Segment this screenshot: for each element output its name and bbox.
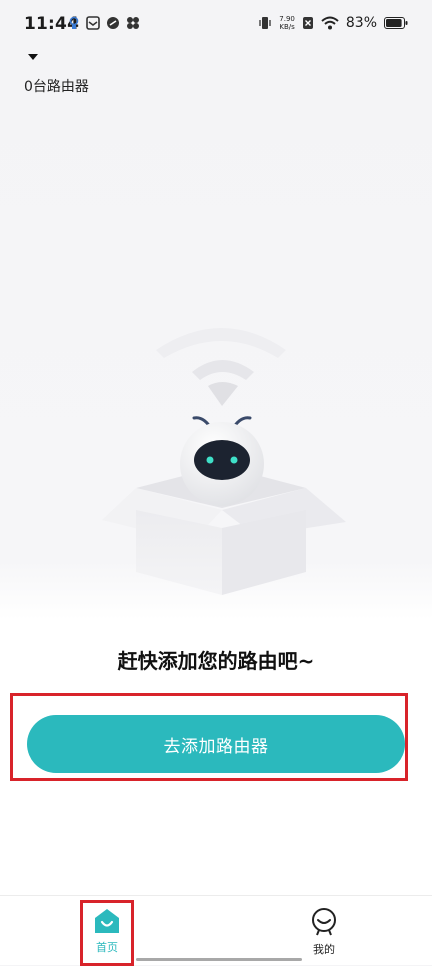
sim-off-icon	[302, 17, 313, 29]
speed-unit: KB/s	[279, 23, 295, 31]
wifi-illustration-icon	[156, 328, 286, 406]
empty-state-title: 赶快添加您的路由吧~	[117, 649, 315, 673]
battery-percent: 83%	[345, 15, 377, 31]
bottom-nav: 首页 我的	[0, 895, 432, 966]
wifi-icon	[321, 16, 339, 30]
nav-item-mine[interactable]: 我的	[306, 908, 342, 957]
router-count[interactable]: 0台路由器	[24, 76, 89, 96]
vibrate-icon	[259, 17, 271, 29]
notification-icon	[69, 16, 79, 29]
fan-icon	[127, 17, 139, 29]
status-right-icons: 7.90 KB/s 83%	[258, 15, 408, 31]
gesture-bar	[136, 958, 302, 961]
router-selector-caret[interactable]	[28, 54, 38, 60]
status-left-icons	[68, 16, 140, 30]
nav-item-home[interactable]: 首页	[91, 908, 123, 955]
profile-icon	[312, 908, 336, 936]
link-icon	[107, 17, 119, 29]
status-bar: 11:44 7.90 KB/s 83%	[0, 0, 432, 50]
mail-icon	[86, 16, 100, 30]
network-speed: 7.90 KB/s	[279, 15, 295, 31]
robot-box-illustration	[102, 328, 346, 595]
home-icon	[95, 909, 119, 933]
add-router-button[interactable]: 去添加路由器	[27, 715, 405, 773]
speed-value: 7.90	[279, 15, 295, 23]
nav-home-label: 首页	[96, 941, 118, 954]
battery-icon	[384, 17, 408, 29]
nav-mine-label: 我的	[313, 943, 335, 956]
